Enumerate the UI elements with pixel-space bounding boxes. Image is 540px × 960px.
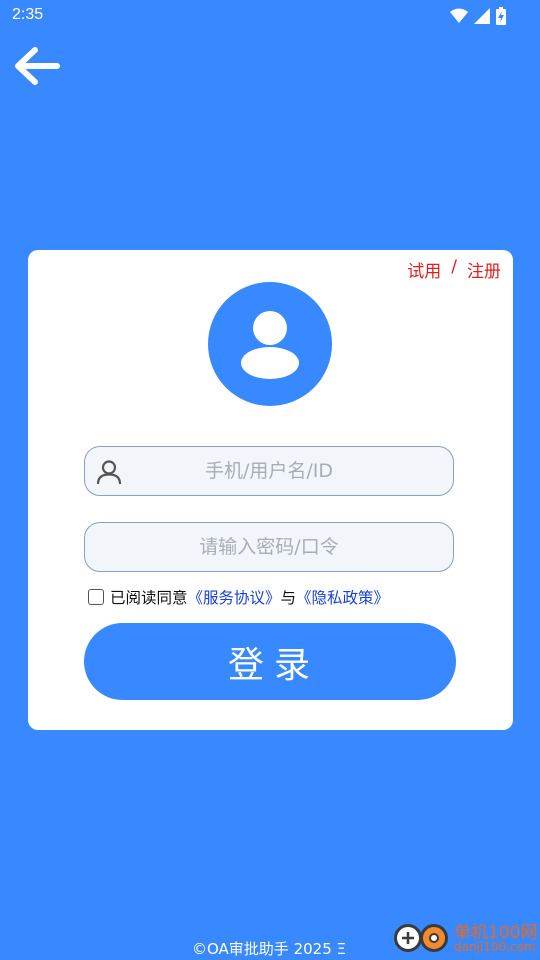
password-field xyxy=(84,522,454,572)
register-link[interactable]: 注册 xyxy=(467,257,501,282)
trial-register-links: 试用 / 注册 xyxy=(407,257,501,282)
password-input[interactable] xyxy=(85,523,453,571)
agreement-row: 已阅读同意 《服务协议》 与 《隐私政策》 xyxy=(88,586,389,608)
battery-charging-icon xyxy=(496,7,506,25)
agreement-conjunction: 与 xyxy=(280,589,297,607)
status-time: 2:35 xyxy=(12,6,44,23)
trial-link[interactable]: 试用 xyxy=(407,257,441,282)
user-avatar-icon xyxy=(208,282,332,406)
status-icons xyxy=(450,6,506,26)
wifi-icon xyxy=(450,8,468,24)
status-bar: 2:35 xyxy=(0,0,540,32)
username-field xyxy=(84,446,454,496)
privacy-policy-link[interactable]: 《隐私政策》 xyxy=(296,586,389,608)
agreement-prefix: 已阅读同意 xyxy=(110,589,188,607)
watermark-url: danji100.com xyxy=(454,940,536,954)
back-button[interactable] xyxy=(12,46,62,90)
avatar xyxy=(208,282,332,406)
signal-icon xyxy=(474,8,490,24)
watermark-logo: 单机100网 danji100.com xyxy=(390,916,540,960)
plus-circle-icon xyxy=(394,924,422,952)
login-card: 试用 / 注册 已阅读同意 《服务协议》 与 《隐私政策》 登录 xyxy=(28,250,513,730)
link-separator: / xyxy=(451,257,457,277)
login-button[interactable]: 登录 xyxy=(84,623,456,700)
service-agreement-link[interactable]: 《服务协议》 xyxy=(188,586,281,608)
arrow-left-icon xyxy=(13,46,61,90)
record-circle-icon xyxy=(420,924,448,952)
agreement-checkbox[interactable] xyxy=(88,589,104,605)
username-input[interactable] xyxy=(85,447,453,495)
footer-copyright: ©OA审批助手 2025 Ξ xyxy=(192,940,346,958)
